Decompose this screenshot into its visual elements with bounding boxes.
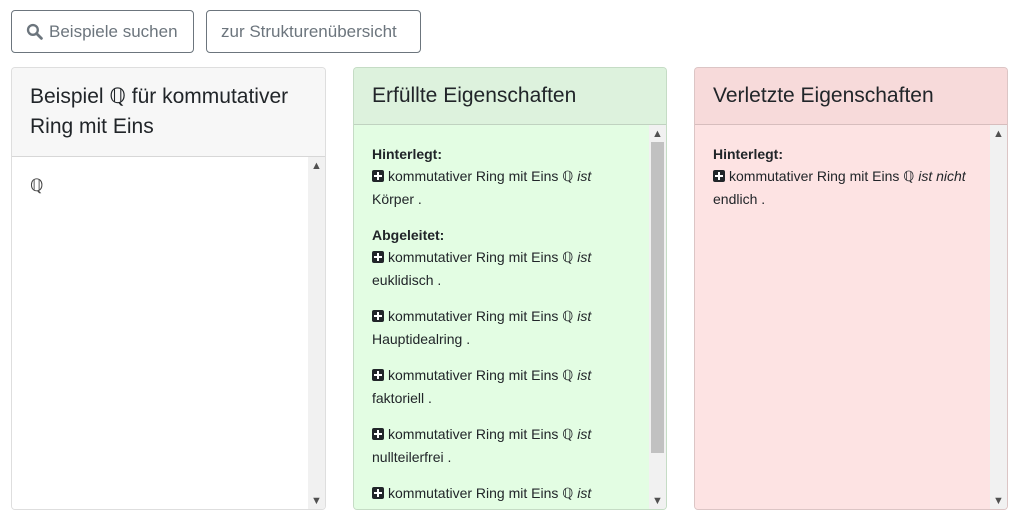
fulfilled-card-body: Hinterlegt: kommutativer Ring mit Eins ℚ… <box>354 125 666 509</box>
expand-plus-icon[interactable] <box>372 369 384 381</box>
scroll-down-arrow[interactable]: ▼ <box>308 492 325 509</box>
expand-plus-icon[interactable] <box>713 170 725 182</box>
entry-symbol: ℚ <box>562 427 574 443</box>
entry-structure: kommutativer Ring mit Eins <box>388 168 559 184</box>
example-scrollbar[interactable]: ▲ ▼ <box>308 157 325 509</box>
expand-plus-icon[interactable] <box>372 487 384 499</box>
fulfilled-card-title: Erfüllte Eigenschaften <box>372 84 577 107</box>
example-title-symbol: ℚ <box>109 84 126 108</box>
entry-structure: kommutativer Ring mit Eins <box>388 485 559 501</box>
example-card-body: ℚ ▲ ▼ <box>12 157 325 509</box>
search-icon <box>26 23 43 40</box>
entry-property[interactable]: nullteilerfrei <box>372 449 444 465</box>
structure-overview-label: zur Strukturenübersicht <box>221 21 397 41</box>
entry-property[interactable]: noethersch <box>372 508 441 509</box>
entry-end: . <box>437 272 442 288</box>
example-card-header: Beispiel ℚ für kommutativer Ring mit Ein… <box>12 68 325 157</box>
search-examples-label: Beispiele suchen <box>49 21 178 41</box>
example-card: Beispiel ℚ für kommutativer Ring mit Ein… <box>11 67 326 510</box>
fulfilled-card-header: Erfüllte Eigenschaften <box>354 68 666 125</box>
entry-end: . <box>447 449 452 465</box>
entry-property[interactable]: endlich <box>713 191 757 207</box>
property-entry: kommutativer Ring mit Eins ℚ ist faktori… <box>372 364 630 409</box>
property-entry: kommutativer Ring mit Eins ℚ ist nicht e… <box>713 165 971 210</box>
entry-verb: ist <box>577 308 592 324</box>
scroll-down-arrow[interactable]: ▼ <box>649 492 666 509</box>
structure-overview-button[interactable]: zur Strukturenübersicht <box>206 10 421 53</box>
property-entry: kommutativer Ring mit Eins ℚ ist noether… <box>372 482 630 509</box>
entry-end: . <box>466 331 471 347</box>
example-symbol: ℚ <box>30 176 44 196</box>
violated-card-title: Verletzte Eigenschaften <box>713 84 934 107</box>
violated-properties-card: Verletzte Eigenschaften Hinterlegt: komm… <box>694 67 1008 510</box>
deposited-label: Hinterlegt: <box>713 146 783 162</box>
expand-plus-icon[interactable] <box>372 310 384 322</box>
entry-end: . <box>428 390 432 406</box>
entry-property[interactable]: Körper <box>372 191 414 207</box>
entry-structure: kommutativer Ring mit Eins <box>388 426 559 442</box>
entry-end: . <box>761 191 766 207</box>
entry-property[interactable]: Hauptidealring <box>372 331 462 347</box>
property-entry: kommutativer Ring mit Eins ℚ ist euklidi… <box>372 246 630 291</box>
expand-plus-icon[interactable] <box>372 170 384 182</box>
search-examples-button[interactable]: Beispiele suchen <box>11 10 194 53</box>
expand-plus-icon[interactable] <box>372 428 384 440</box>
entry-symbol: ℚ <box>562 368 574 384</box>
violated-card-body: Hinterlegt: kommutativer Ring mit Eins ℚ… <box>695 125 1007 509</box>
scroll-thumb[interactable] <box>651 142 664 453</box>
entry-symbol: ℚ <box>562 169 574 185</box>
entry-structure: kommutativer Ring mit Eins <box>729 168 900 184</box>
violated-scrollbar[interactable]: ▲ ▼ <box>990 125 1007 509</box>
entry-symbol: ℚ <box>562 250 574 266</box>
fulfilled-properties-card: Erfüllte Eigenschaften Hinterlegt: kommu… <box>353 67 667 510</box>
entry-verb: ist <box>577 249 592 265</box>
scroll-up-arrow[interactable]: ▲ <box>308 157 325 174</box>
entry-symbol: ℚ <box>562 309 574 325</box>
entry-verb: ist nicht <box>918 168 966 184</box>
deposited-label: Hinterlegt: <box>372 146 442 162</box>
violated-card-header: Verletzte Eigenschaften <box>695 68 1007 125</box>
fulfilled-scrollbar[interactable]: ▲ ▼ <box>649 125 666 509</box>
entry-property[interactable]: faktoriell <box>372 390 424 406</box>
entry-structure: kommutativer Ring mit Eins <box>388 367 559 383</box>
expand-plus-icon[interactable] <box>372 251 384 263</box>
entry-verb: ist <box>577 485 592 501</box>
entry-property[interactable]: euklidisch <box>372 272 433 288</box>
entry-verb: ist <box>577 367 592 383</box>
property-entry: kommutativer Ring mit Eins ℚ ist Körper … <box>372 165 630 210</box>
property-entry: kommutativer Ring mit Eins ℚ ist nulltei… <box>372 423 630 468</box>
entry-structure: kommutativer Ring mit Eins <box>388 308 559 324</box>
entry-structure: kommutativer Ring mit Eins <box>388 249 559 265</box>
property-entry: kommutativer Ring mit Eins ℚ ist Hauptid… <box>372 305 630 350</box>
entry-symbol: ℚ <box>562 486 574 502</box>
entry-end: . <box>417 191 422 207</box>
entry-symbol: ℚ <box>903 169 915 185</box>
entry-verb: ist <box>577 168 592 184</box>
derived-label: Abgeleitet: <box>372 227 445 243</box>
example-title-prefix: Beispiel <box>30 85 104 108</box>
scroll-down-arrow[interactable]: ▼ <box>990 492 1007 509</box>
scroll-up-arrow[interactable]: ▲ <box>990 125 1007 142</box>
scroll-up-arrow[interactable]: ▲ <box>649 125 666 142</box>
entry-verb: ist <box>577 426 592 442</box>
entry-end: . <box>445 508 449 509</box>
